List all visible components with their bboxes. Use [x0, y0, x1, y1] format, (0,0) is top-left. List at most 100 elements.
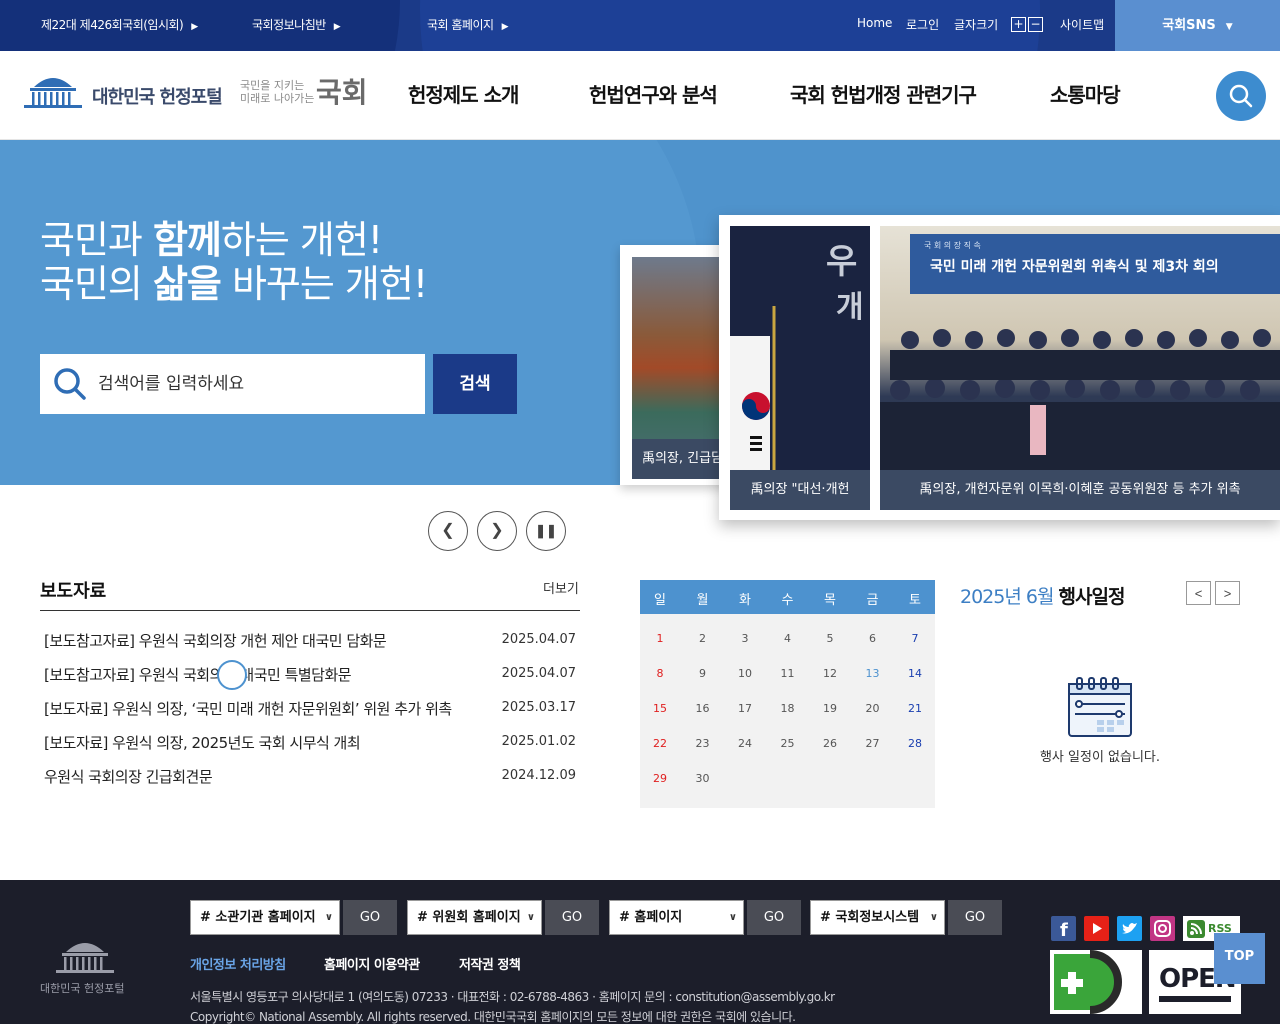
- footer-logo-text: 대한민국 헌정포털: [40, 982, 125, 995]
- calendar-day[interactable]: 4: [767, 632, 809, 645]
- footer-address: 서울특별시 영등포구 의사당대로 1 (여의도동) 07233 · 대표전화 :…: [190, 990, 835, 1004]
- calendar-day[interactable]: 29: [639, 772, 681, 785]
- press-item[interactable]: [보도참고자료] 우원식 국회의장 개헌 제안 대국민 담화문 2025.04.0…: [40, 626, 580, 656]
- calendar-day[interactable]: 14: [894, 667, 936, 680]
- slide-front[interactable]: 우 개 禹의장 "대선·개헌 국 회 의 장 직 속 국민 미래 개헌 자문위원…: [719, 215, 1280, 520]
- calendar-weekday: 목: [824, 593, 836, 608]
- nav-amendment-bodies[interactable]: 국회 헌법개정 관련기구: [790, 79, 977, 108]
- top-link-session[interactable]: 제22대 제426회국회(임시회) ▶: [41, 16, 198, 33]
- calendar-day[interactable]: 16: [682, 702, 724, 715]
- hero-search-input[interactable]: [98, 368, 408, 400]
- logo-assembly-mark: 국회: [316, 76, 368, 109]
- calendar-day[interactable]: 15: [639, 702, 681, 715]
- calendar-day[interactable]: 11: [767, 667, 809, 680]
- calendar-day[interactable]: 7: [894, 632, 936, 645]
- instagram-icon[interactable]: [1150, 916, 1175, 941]
- calendar-day[interactable]: 10: [724, 667, 766, 680]
- twitter-icon[interactable]: [1117, 916, 1142, 941]
- hero-search-button[interactable]: 검색: [433, 354, 517, 414]
- press-item[interactable]: [보도자료] 우원식 의장, ‘국민 미래 개헌 자문위원회’ 위원 추가 위촉…: [40, 694, 580, 724]
- press-item-date: 2025.01.02: [501, 734, 576, 749]
- calendar-day[interactable]: 21: [894, 702, 936, 715]
- events-prev-month-button[interactable]: <: [1186, 581, 1211, 605]
- copyright-policy-link[interactable]: 저작권 정책: [459, 954, 521, 973]
- calendar-day[interactable]: 28: [894, 737, 936, 750]
- press-item-date: 2025.03.17: [501, 700, 576, 715]
- calendar-day[interactable]: 12: [809, 667, 851, 680]
- calendar-day[interactable]: 24: [724, 737, 766, 750]
- slide-next-button[interactable]: ❯: [477, 511, 517, 551]
- slide-pause-button[interactable]: ❚❚: [526, 511, 566, 551]
- calendar-day[interactable]: 30: [682, 772, 724, 785]
- calendar-day-today[interactable]: 13: [852, 667, 894, 680]
- footer-select-info-systems[interactable]: # 국회정보시스템 ∨: [810, 900, 945, 935]
- events-next-month-button[interactable]: >: [1215, 581, 1240, 605]
- nav-communication[interactable]: 소통마당: [1050, 79, 1121, 108]
- top-link-assembly-home[interactable]: 국회 홈페이지 ▶: [427, 16, 509, 33]
- chevron-down-icon: ∨: [728, 912, 737, 923]
- footer-go-button-committees[interactable]: GO: [545, 900, 599, 935]
- assembly-building-icon: [24, 78, 82, 108]
- chevron-down-icon: ∨: [526, 912, 535, 923]
- press-item[interactable]: 우원식 국회의장 긴급회견문 2024.12.09: [40, 762, 580, 792]
- home-link[interactable]: Home: [857, 16, 892, 30]
- press-more-link[interactable]: 더보기: [543, 578, 579, 597]
- site-logo[interactable]: 대한민국 헌정포털 국민을 지키는 미래로 나아가는 국회: [20, 69, 370, 117]
- font-increase-button[interactable]: +: [1011, 17, 1026, 32]
- calendar-today-marker: [217, 660, 247, 690]
- footer-select-agencies[interactable]: # 소관기관 홈페이지 ∨: [190, 900, 340, 935]
- calendar-day[interactable]: 9: [682, 667, 724, 680]
- calendar-weekday-header: 일월화수목금토: [640, 580, 935, 614]
- footer-go-button-info-systems[interactable]: GO: [948, 900, 1002, 935]
- footer-select-homepages[interactable]: # 홈페이지 ∨: [609, 900, 744, 935]
- footer-go-button-homepages[interactable]: GO: [747, 900, 801, 935]
- slide-prev-button[interactable]: ❮: [428, 511, 468, 551]
- calendar-day[interactable]: 8: [639, 667, 681, 680]
- press-item[interactable]: [보도자료] 우원식 의장, 2025년도 국회 시무식 개최 2025.01.0…: [40, 728, 580, 758]
- press-item-title: [보도참고자료] 우원식 국회의장 개헌 제안 대국민 담화문: [44, 632, 387, 650]
- calendar-day[interactable]: 22: [639, 737, 681, 750]
- slide-back[interactable]: 禹의장, 긴급담: [620, 245, 730, 485]
- footer-select-committees[interactable]: # 위원회 홈페이지 ∨: [407, 900, 542, 935]
- calendar-day[interactable]: 6: [852, 632, 894, 645]
- caret-right-icon: ▶: [333, 22, 341, 32]
- facebook-icon[interactable]: f: [1051, 916, 1076, 941]
- login-link[interactable]: 로그인: [906, 16, 939, 33]
- calendar-day[interactable]: 3: [724, 632, 766, 645]
- calendar-day[interactable]: 19: [809, 702, 851, 715]
- terms-of-use-link[interactable]: 홈페이지 이용약관: [324, 954, 420, 973]
- youtube-icon[interactable]: [1084, 916, 1109, 941]
- top-link-compass[interactable]: 국회정보나침반 ▶: [252, 16, 341, 33]
- slide-caption: 禹의장, 개헌자문위 이목희·이혜훈 공동위원장 등 추가 위촉: [880, 470, 1280, 510]
- calendar-day[interactable]: 23: [682, 737, 724, 750]
- header-search-button[interactable]: [1216, 71, 1266, 121]
- press-item-date: 2024.12.09: [501, 768, 576, 783]
- calendar-day[interactable]: 18: [767, 702, 809, 715]
- privacy-policy-link[interactable]: 개인정보 처리방침: [190, 954, 286, 973]
- chevron-down-icon: ∨: [324, 912, 333, 923]
- calendar-day[interactable]: 17: [724, 702, 766, 715]
- calendar-day[interactable]: 2: [682, 632, 724, 645]
- sitemap-link[interactable]: 사이트맵: [1060, 16, 1104, 33]
- press-item-date: 2025.04.07: [501, 632, 576, 647]
- calendar-day[interactable]: 1: [639, 632, 681, 645]
- calendar-day[interactable]: 25: [767, 737, 809, 750]
- slide-caption: 禹의장, 긴급담: [632, 439, 730, 479]
- top-utility-bar: 제22대 제426회국회(임시회) ▶ 국회정보나침반 ▶ 국회 홈페이지 ▶ Hom…: [0, 0, 1280, 51]
- web-accessibility-mark-icon: [1054, 950, 1122, 1014]
- calendar-day[interactable]: 5: [809, 632, 851, 645]
- font-decrease-button[interactable]: −: [1028, 17, 1043, 32]
- press-item-title: [보도자료] 우원식 의장, 2025년도 국회 시무식 개최: [44, 734, 361, 752]
- calendar-day[interactable]: 27: [852, 737, 894, 750]
- topbar-decoration: [420, 0, 1040, 51]
- calendar-day[interactable]: 26: [809, 737, 851, 750]
- nav-constitution-intro[interactable]: 헌정제도 소개: [408, 79, 519, 108]
- press-item[interactable]: [보도참고자료] 우원식 국회의장 대국민 특별담화문 2025.04.07: [40, 660, 580, 690]
- sns-dropdown-button[interactable]: 국회SNS ▼: [1115, 0, 1280, 51]
- korean-flag-icon: [730, 306, 776, 486]
- hero-slogan: 국민과 함께하는 개헌! 국민의 삶을 바꾸는 개헌!: [40, 218, 428, 306]
- footer-go-button-agencies[interactable]: GO: [343, 900, 397, 935]
- nav-constitution-research[interactable]: 헌법연구와 분석: [589, 79, 718, 108]
- calendar-day[interactable]: 20: [852, 702, 894, 715]
- scroll-to-top-button[interactable]: TOP: [1214, 933, 1265, 984]
